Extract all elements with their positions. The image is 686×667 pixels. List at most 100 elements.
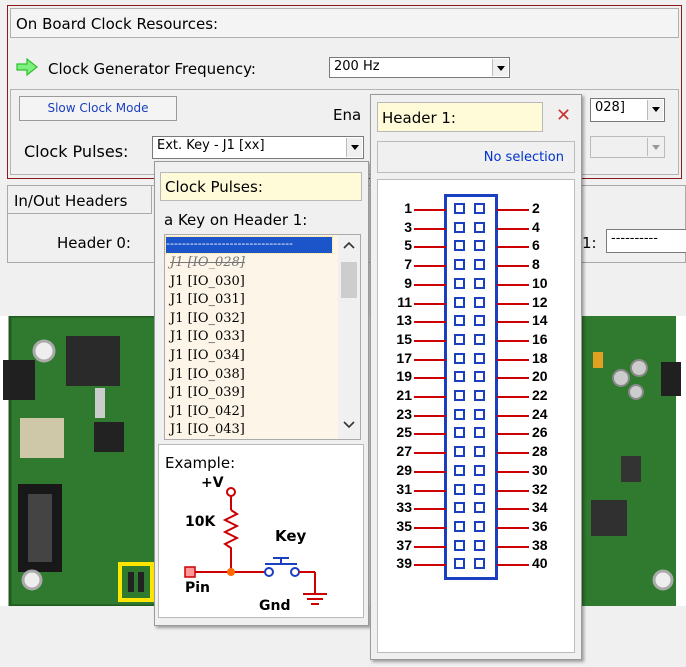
chevron-down-icon[interactable] (343, 421, 355, 429)
pin-pad[interactable] (454, 259, 465, 271)
pin-label-left: 1 (404, 200, 412, 216)
pin-pad[interactable] (474, 296, 485, 308)
pin-pad[interactable] (454, 277, 465, 289)
key-list[interactable]: -------------------------------- J1 [IO_… (164, 234, 361, 440)
header-popup-title-box: Header 1: (377, 102, 543, 132)
key-list-scrollbar[interactable] (338, 235, 360, 439)
pin-pad[interactable] (454, 558, 465, 570)
pin-label-right: 20 (532, 368, 548, 385)
pin-pad[interactable] (474, 408, 485, 420)
pin-lead-left (414, 321, 446, 324)
pin-pad[interactable] (454, 427, 465, 439)
list-item[interactable]: J1 [IO_039] (165, 384, 335, 403)
list-item[interactable]: J1 [IO_033] (165, 328, 335, 347)
pin-lead-right (497, 526, 529, 529)
pin-pad[interactable] (474, 464, 485, 476)
pin-pad[interactable] (474, 502, 485, 514)
pin-pad[interactable] (454, 390, 465, 401)
pin-pad[interactable] (474, 390, 485, 401)
pin-pad[interactable] (454, 483, 465, 495)
list-item[interactable]: J1 [IO_030] (165, 273, 335, 292)
enable-label: Ena (333, 106, 362, 124)
close-x-icon[interactable]: ✕ (556, 105, 571, 126)
pin-pad[interactable] (454, 203, 465, 214)
pin-label-right: 34 (532, 499, 548, 516)
pin-pad[interactable] (454, 296, 465, 308)
no-selection-text: No selection (483, 150, 564, 165)
pin-pad[interactable] (454, 240, 465, 252)
pin-pad[interactable] (454, 408, 465, 420)
list-item[interactable]: J1 [IO_031] (165, 291, 335, 310)
list-item[interactable]: J1 [IO_043] (165, 421, 335, 439)
pin-pad[interactable] (454, 464, 465, 476)
header-popup-title: Header 1: (382, 109, 456, 127)
pin-lead-left (414, 414, 446, 417)
header0-label: Header 0: (57, 234, 131, 252)
pin-label-right: 6 (532, 237, 540, 254)
pin-pad[interactable] (454, 539, 465, 551)
pin-label-left: 19 (396, 368, 412, 385)
pin-lead-left (414, 283, 446, 286)
pin-pad[interactable] (474, 315, 485, 327)
pin-pad[interactable] (474, 427, 485, 439)
pin-label-right: 12 (532, 293, 548, 310)
pin-pad[interactable] (474, 446, 485, 458)
schematic-pin: Pin (185, 580, 211, 596)
scrollbar-thumb[interactable] (341, 262, 357, 298)
pin-lead-left (414, 377, 446, 380)
pin-pad[interactable] (454, 221, 465, 233)
pin-lead-right (497, 265, 529, 268)
key-list-selected-item[interactable]: -------------------------------- (165, 236, 333, 254)
pin-label-right: 10 (532, 274, 548, 291)
slow-clock-button[interactable]: Slow Clock Mode (19, 96, 177, 121)
list-item[interactable]: J1 [IO_038] (165, 366, 335, 385)
pin-pad[interactable] (474, 352, 485, 364)
pin-pad[interactable] (474, 483, 485, 495)
pin-label-right: 8 (532, 256, 540, 273)
pin-pad[interactable] (454, 520, 465, 532)
pin-lead-right (497, 321, 529, 324)
pin-label-left: 23 (396, 405, 412, 422)
pin-lead-right (497, 452, 529, 455)
pin-pad[interactable] (474, 221, 485, 233)
pin-pad[interactable] (454, 502, 465, 514)
pin-pad[interactable] (474, 539, 485, 551)
pin-pad[interactable] (454, 315, 465, 327)
pin-lead-left (414, 452, 446, 455)
pin-pad[interactable] (474, 520, 485, 532)
pin-lead-left (414, 433, 446, 436)
chevron-down-icon (492, 59, 508, 76)
disabled-select (590, 136, 665, 158)
pin-pad[interactable] (454, 352, 465, 364)
pin-label-right: 40 (532, 555, 548, 572)
pin-lead-right (497, 283, 529, 286)
pin-pad[interactable] (474, 333, 485, 345)
pin-pad[interactable] (454, 371, 465, 383)
clock-pulses-popup-title-box: Clock Pulses: (160, 172, 362, 201)
list-item[interactable]: J1 [IO_042] (165, 403, 335, 422)
list-item[interactable]: J1 [IO_032] (165, 310, 335, 329)
pin-pad[interactable] (474, 558, 485, 570)
pin-pad[interactable] (454, 446, 465, 458)
clock-pulses-select[interactable]: Ext. Key - J1 [xx] (152, 136, 364, 159)
enable-select[interactable]: 028] (590, 98, 665, 122)
pin-pad[interactable] (474, 259, 485, 271)
pin-lead-right (497, 433, 529, 436)
pcb-board-image-right (581, 316, 681, 606)
pin-pad[interactable] (474, 277, 485, 289)
clock-gen-select[interactable]: 200 Hz (329, 57, 510, 78)
pin-lead-left (414, 358, 446, 361)
list-item[interactable]: J1 [IO_034] (165, 347, 335, 366)
chevron-up-icon[interactable] (343, 241, 355, 249)
pin-label-left: 31 (396, 480, 412, 497)
pin-lead-left (414, 302, 446, 305)
pin-pad[interactable] (454, 333, 465, 345)
schematic-gnd: Gnd (259, 598, 291, 614)
header1-select[interactable]: ---------- (606, 229, 686, 253)
pin-pad[interactable] (474, 240, 485, 252)
pin-pad[interactable] (474, 203, 485, 214)
inout-section-title: In/Out Headers (14, 192, 128, 210)
pin-pad[interactable] (474, 371, 485, 383)
header-diagram: 1 2 3 4 5 6 7 8 9 10 11 12 13 14 15 16 17 18 19 20 21 22 23 24 2… (377, 179, 575, 653)
pin-lead-left (414, 489, 446, 492)
